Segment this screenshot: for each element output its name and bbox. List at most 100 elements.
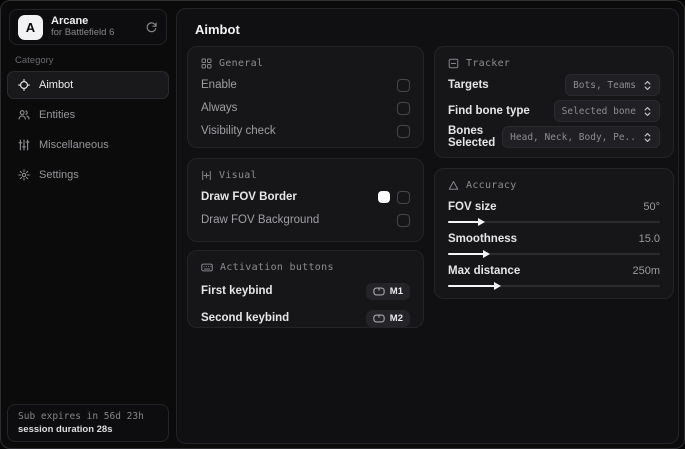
setting-row-always: Always [201, 101, 410, 115]
max-distance-slider[interactable] [448, 282, 660, 290]
slider-label: Max distance [448, 265, 521, 277]
setting-label: Bones Selected [448, 125, 496, 149]
card-general-header: General [201, 58, 410, 69]
second-keybind-button[interactable]: M2 [365, 309, 410, 327]
setting-row-targets: Targets Bots, Teams [448, 74, 660, 96]
page-title: Aimbot [195, 22, 240, 37]
slider-group-max-distance: Max distance 250m [448, 264, 660, 290]
fov-border-color-swatch[interactable] [378, 191, 390, 203]
smoothness-slider[interactable] [448, 250, 660, 258]
card-title: Tracker [466, 58, 511, 69]
card-title: Visual [219, 170, 257, 181]
slider-thumb[interactable] [483, 250, 491, 258]
grid-icon [201, 58, 212, 69]
card-visual: Visual Draw FOV Border Draw FOV Backgrou… [187, 158, 424, 242]
sidebar-item-label: Aimbot [39, 79, 74, 91]
select-value: Head, Neck, Body, Pe.. [510, 131, 636, 143]
draw-fov-border-checkbox[interactable] [397, 190, 410, 204]
visibility-check-checkbox[interactable] [397, 124, 410, 138]
card-activation-header: Activation buttons [201, 262, 410, 273]
sidebar-item-label: Entities [39, 109, 76, 121]
sidebar-item-label: Settings [39, 169, 79, 181]
setting-row-visibility-check: Visibility check [201, 124, 410, 138]
app-name: Arcane [51, 15, 89, 28]
keybind-value: M2 [389, 312, 403, 324]
select-value: Selected bone [561, 105, 636, 117]
bones-selected-select[interactable]: Head, Neck, Body, Pe.. [502, 126, 660, 148]
setting-row-draw-fov-border: Draw FOV Border [201, 190, 410, 204]
card-title: Activation buttons [220, 262, 334, 273]
card-accuracy: Accuracy FOV size 50° Smoothness 15.0 Ma… [434, 168, 674, 299]
slider-group-smoothness: Smoothness 15.0 [448, 232, 660, 258]
category-label: Category [15, 55, 54, 66]
sliders-icon [18, 139, 30, 151]
app-logo: A [18, 14, 43, 40]
slider-label: FOV size [448, 201, 497, 213]
frame-minus-icon [448, 58, 459, 69]
card-activation-buttons: Activation buttons First keybind M1 Seco… [187, 250, 424, 328]
crosshair-icon [18, 79, 30, 91]
draw-fov-background-checkbox[interactable] [397, 213, 410, 227]
chevrons-up-down-icon [643, 106, 652, 117]
setting-label: Draw FOV Border [201, 191, 297, 203]
subscription-info: Sub expires in 56d 23h session duration … [7, 404, 169, 442]
keybind-value: M1 [389, 285, 403, 297]
main-panel: Aimbot General Enable Always Visibility … [176, 8, 679, 444]
keyboard-icon [201, 262, 213, 273]
sidebar: A Arcane for Battlefield 6 Category Aimb… [1, 1, 176, 448]
sidebar-item-entities[interactable]: Entities [7, 101, 169, 129]
app-subtitle: for Battlefield 6 [51, 26, 115, 38]
setting-label: Enable [201, 79, 237, 91]
card-accuracy-header: Accuracy [448, 180, 660, 191]
slider-thumb[interactable] [493, 282, 501, 290]
setting-label: Draw FOV Background [201, 214, 320, 226]
card-tracker: Tracker Targets Bots, Teams Find bone ty… [434, 46, 674, 158]
chevrons-up-down-icon [643, 80, 652, 91]
gear-icon [18, 169, 30, 181]
always-checkbox[interactable] [397, 101, 410, 115]
card-title: General [219, 58, 264, 69]
setting-row-first-keybind: First keybind M1 [201, 282, 410, 300]
brand-card: A Arcane for Battlefield 6 [9, 9, 167, 45]
slider-thumb[interactable] [477, 218, 485, 226]
slider-value: 15.0 [638, 233, 660, 245]
chevrons-up-down-icon [643, 132, 652, 143]
app-window: A Arcane for Battlefield 6 Category Aimb… [0, 0, 685, 449]
fov-size-slider[interactable] [448, 218, 660, 226]
adjustments-icon [201, 170, 212, 181]
setting-label: Targets [448, 79, 489, 91]
sidebar-item-settings[interactable]: Settings [7, 161, 169, 189]
setting-row-draw-fov-background: Draw FOV Background [201, 213, 410, 227]
first-keybind-button[interactable]: M1 [365, 282, 410, 300]
mouse-icon [373, 287, 385, 296]
setting-row-enable: Enable [201, 78, 410, 92]
slider-group-fov-size: FOV size 50° [448, 200, 660, 226]
find-bone-type-select[interactable]: Selected bone [553, 100, 660, 122]
sidebar-item-aimbot[interactable]: Aimbot [7, 71, 169, 99]
setting-row-bones-selected: Bones Selected Head, Neck, Body, Pe.. [448, 125, 660, 149]
setting-row-find-bone-type: Find bone type Selected bone [448, 100, 660, 122]
setting-label: Second keybind [201, 312, 290, 324]
sub-expiry-text: Sub expires in 56d 23h [18, 411, 144, 422]
triangle-icon [448, 180, 459, 191]
sidebar-item-miscellaneous[interactable]: Miscellaneous [7, 131, 169, 159]
sidebar-nav: Aimbot Entities Miscellaneous Settings [7, 71, 169, 189]
slider-value: 250m [632, 265, 660, 277]
setting-label: Always [201, 102, 238, 114]
slider-value: 50° [643, 201, 660, 213]
enable-checkbox[interactable] [397, 78, 410, 92]
slider-label: Smoothness [448, 233, 518, 245]
card-title: Accuracy [466, 180, 517, 191]
session-duration-text: session duration 28s [18, 424, 113, 435]
setting-label: First keybind [201, 285, 273, 297]
sidebar-item-label: Miscellaneous [39, 139, 109, 151]
users-icon [18, 109, 30, 121]
targets-select[interactable]: Bots, Teams [565, 74, 660, 96]
select-value: Bots, Teams [573, 79, 636, 91]
setting-label: Find bone type [448, 105, 530, 117]
card-general: General Enable Always Visibility check [187, 46, 424, 148]
card-visual-header: Visual [201, 170, 410, 181]
card-tracker-header: Tracker [448, 58, 660, 69]
mouse-icon [373, 314, 385, 323]
refresh-icon[interactable] [145, 21, 158, 34]
